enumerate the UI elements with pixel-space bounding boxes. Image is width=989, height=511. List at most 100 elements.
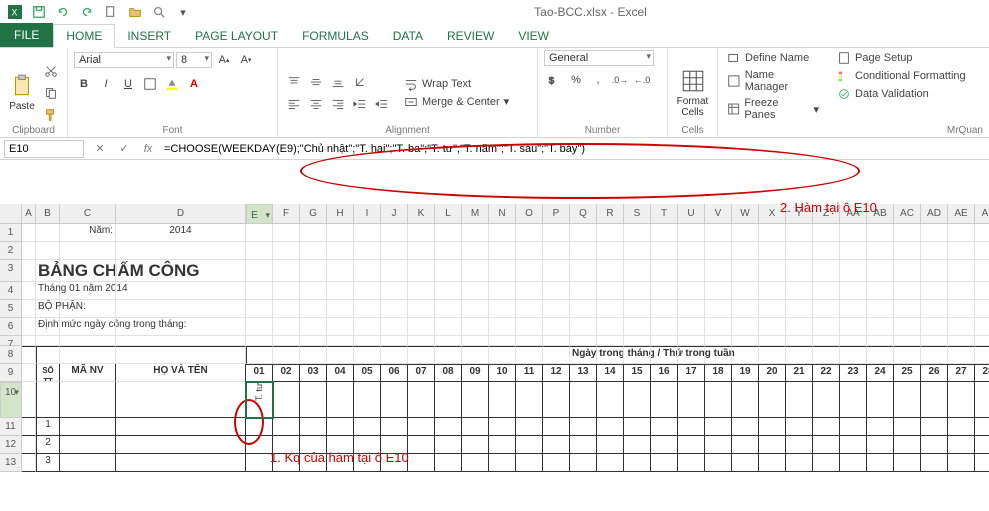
- save-icon[interactable]: [28, 1, 50, 23]
- cell[interactable]: [651, 242, 678, 260]
- cell[interactable]: [867, 260, 894, 282]
- cell[interactable]: [948, 436, 975, 454]
- fill-color-icon[interactable]: [162, 74, 182, 94]
- cell[interactable]: [462, 260, 489, 282]
- cell[interactable]: [22, 418, 36, 436]
- cell[interactable]: 05: [354, 364, 381, 382]
- cell[interactable]: [435, 300, 462, 318]
- cell[interactable]: [948, 260, 975, 282]
- cell[interactable]: [921, 382, 948, 418]
- cell[interactable]: 18: [705, 364, 732, 382]
- cell[interactable]: [651, 336, 678, 346]
- cell[interactable]: [705, 454, 732, 472]
- font-name-select[interactable]: Arial: [74, 52, 174, 68]
- cell[interactable]: [894, 282, 921, 300]
- cell[interactable]: [894, 242, 921, 260]
- cell[interactable]: [624, 260, 651, 282]
- cell[interactable]: HỌ VÀ TÊN: [116, 364, 246, 382]
- cell[interactable]: [813, 318, 840, 336]
- row-header[interactable]: 3: [0, 260, 22, 282]
- cell[interactable]: [678, 454, 705, 472]
- cell[interactable]: [381, 300, 408, 318]
- increase-indent-icon[interactable]: [372, 94, 392, 114]
- italic-button[interactable]: I: [96, 74, 116, 94]
- cell[interactable]: [732, 242, 759, 260]
- cell[interactable]: [116, 242, 246, 260]
- cell[interactable]: [921, 336, 948, 346]
- cell[interactable]: [354, 260, 381, 282]
- cell[interactable]: [381, 346, 408, 364]
- cell[interactable]: [60, 418, 116, 436]
- cell[interactable]: [597, 318, 624, 336]
- cell[interactable]: [678, 282, 705, 300]
- cell[interactable]: [975, 242, 989, 260]
- cell[interactable]: [948, 382, 975, 418]
- cell[interactable]: [570, 242, 597, 260]
- cell[interactable]: 04: [327, 364, 354, 382]
- cell[interactable]: 2014: [116, 224, 246, 242]
- cell[interactable]: [651, 382, 678, 418]
- cell[interactable]: [894, 382, 921, 418]
- cell[interactable]: [894, 454, 921, 472]
- bold-button[interactable]: B: [74, 74, 94, 94]
- cell[interactable]: [759, 454, 786, 472]
- cell[interactable]: [759, 418, 786, 436]
- cell[interactable]: [408, 418, 435, 436]
- cell[interactable]: [354, 336, 381, 346]
- cell[interactable]: [867, 346, 894, 364]
- cell[interactable]: [36, 336, 60, 346]
- cell[interactable]: [813, 260, 840, 282]
- cell[interactable]: [489, 346, 516, 364]
- cell[interactable]: [570, 382, 597, 418]
- cell[interactable]: [300, 300, 327, 318]
- cell[interactable]: [300, 282, 327, 300]
- cell[interactable]: [597, 418, 624, 436]
- cell[interactable]: [597, 242, 624, 260]
- cell[interactable]: [705, 336, 732, 346]
- cell[interactable]: [840, 436, 867, 454]
- cell[interactable]: [921, 454, 948, 472]
- cell[interactable]: [705, 346, 732, 364]
- conditional-formatting-button[interactable]: Conditional Formatting: [834, 68, 969, 84]
- cell[interactable]: [867, 242, 894, 260]
- cell[interactable]: [867, 454, 894, 472]
- cell[interactable]: [705, 418, 732, 436]
- cell[interactable]: [462, 336, 489, 346]
- column-header[interactable]: AD: [921, 204, 948, 224]
- align-top-icon[interactable]: [284, 72, 304, 92]
- column-header[interactable]: E: [246, 204, 273, 224]
- cell[interactable]: 01: [246, 364, 273, 382]
- cell[interactable]: T. tư: [246, 382, 273, 418]
- cell[interactable]: [300, 260, 327, 282]
- cell[interactable]: [570, 260, 597, 282]
- cell[interactable]: [705, 300, 732, 318]
- cell[interactable]: [60, 260, 116, 282]
- cell[interactable]: [381, 260, 408, 282]
- row-header[interactable]: 9: [0, 364, 22, 382]
- cell[interactable]: [597, 454, 624, 472]
- cell[interactable]: [732, 282, 759, 300]
- cell[interactable]: [435, 418, 462, 436]
- cell[interactable]: [975, 346, 989, 364]
- new-icon[interactable]: [100, 1, 122, 23]
- cell[interactable]: BẢNG CHẤM CÔNG: [36, 260, 60, 282]
- cell[interactable]: [516, 382, 543, 418]
- cell[interactable]: [22, 382, 36, 418]
- column-header[interactable]: L: [435, 204, 462, 224]
- cell[interactable]: [22, 346, 36, 364]
- cell[interactable]: [489, 318, 516, 336]
- cell[interactable]: [651, 282, 678, 300]
- cell[interactable]: 08: [435, 364, 462, 382]
- column-header[interactable]: N: [489, 204, 516, 224]
- cell[interactable]: [60, 454, 116, 472]
- cell[interactable]: [975, 454, 989, 472]
- cell[interactable]: [408, 454, 435, 472]
- decrease-decimal-icon[interactable]: ←.0: [632, 70, 652, 90]
- cell[interactable]: [813, 224, 840, 242]
- cell[interactable]: [516, 418, 543, 436]
- cell[interactable]: [543, 436, 570, 454]
- cell[interactable]: [543, 282, 570, 300]
- align-left-icon[interactable]: [284, 94, 304, 114]
- cell[interactable]: [840, 260, 867, 282]
- cell[interactable]: [246, 454, 273, 472]
